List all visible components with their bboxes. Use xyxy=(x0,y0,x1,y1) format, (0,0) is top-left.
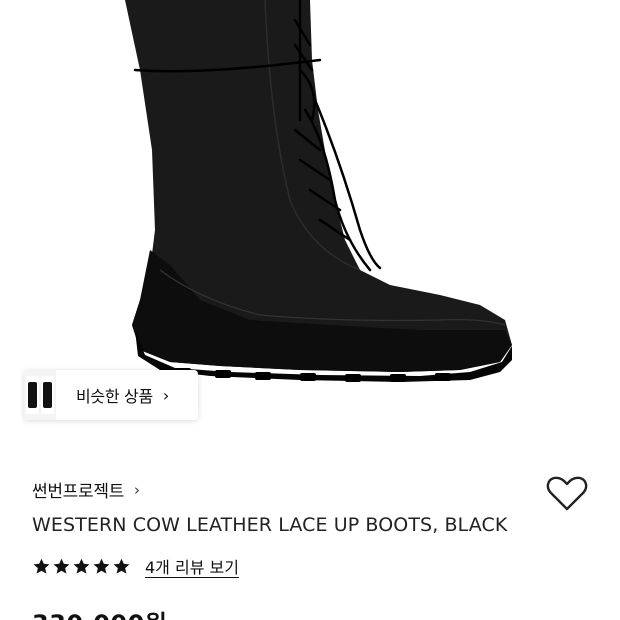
thumbnail xyxy=(26,376,39,414)
brand-name: 썬번프로젝트 xyxy=(32,482,125,502)
product-price: 330,000원 xyxy=(32,604,167,620)
similar-products-button[interactable]: 비슷한 상품 › xyxy=(24,370,198,420)
chevron-right-icon: › xyxy=(134,480,141,499)
star-rating xyxy=(32,557,131,576)
thumbnail xyxy=(41,376,54,414)
wishlist-button[interactable] xyxy=(545,474,589,514)
rating-row: 4개 리뷰 보기 xyxy=(32,554,239,578)
heart-outline-icon xyxy=(546,476,588,511)
star-icon xyxy=(113,558,130,574)
star-icon xyxy=(33,558,50,574)
star-icon xyxy=(73,558,90,574)
product-title: WESTERN COW LEATHER LACE UP BOOTS, BLACK xyxy=(32,514,508,536)
similar-products-label: 비슷한 상품 xyxy=(76,387,153,406)
star-icon xyxy=(53,558,70,574)
brand-link[interactable]: 썬번프로젝트 › xyxy=(32,477,141,503)
review-link[interactable]: 4개 리뷰 보기 xyxy=(145,554,239,578)
chevron-right-icon: › xyxy=(162,385,170,405)
similar-products-thumbnails xyxy=(24,370,56,420)
star-icon xyxy=(93,558,110,574)
